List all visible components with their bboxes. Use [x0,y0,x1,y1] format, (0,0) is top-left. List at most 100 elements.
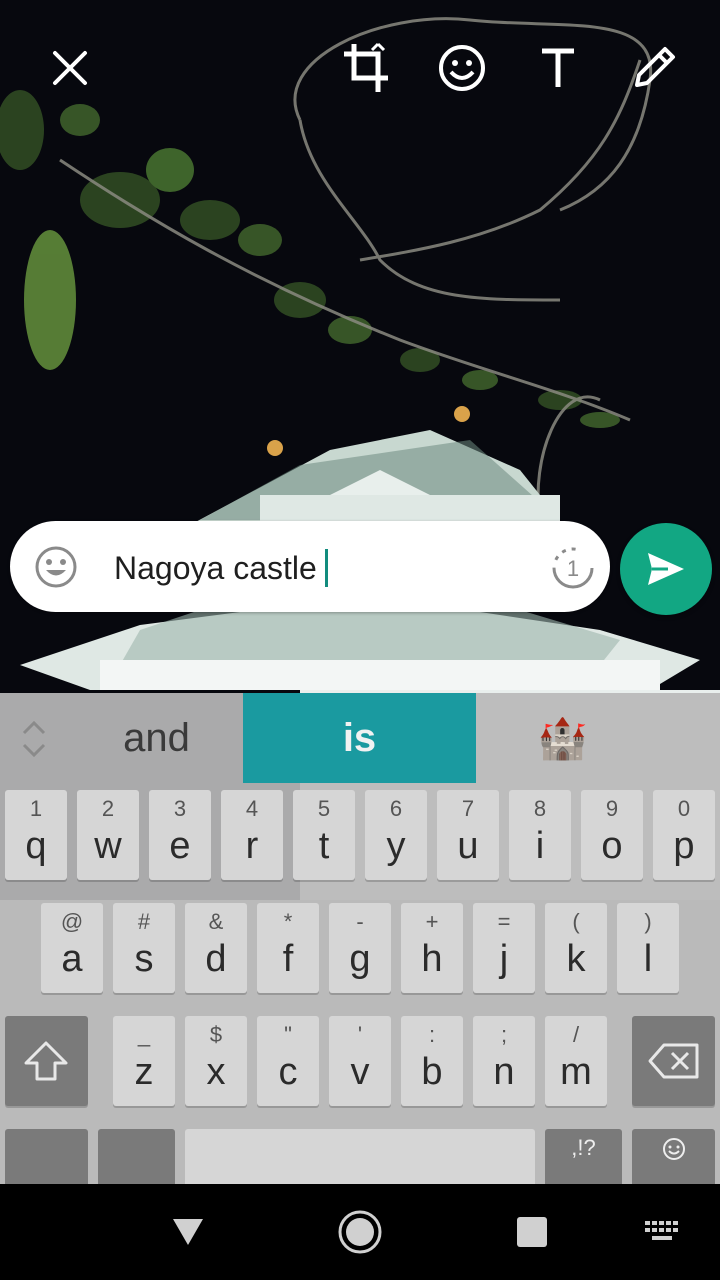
expand-suggestions-icon[interactable] [14,717,54,761]
backspace-key[interactable] [632,1016,715,1106]
close-button[interactable] [40,38,100,98]
key-g[interactable]: -g [329,903,391,993]
text-caret [324,549,328,587]
recents-button[interactable] [502,1204,562,1260]
key-label: n [493,1051,515,1093]
send-icon [648,553,684,585]
key-label: a [61,938,83,980]
key-label: b [421,1051,443,1093]
backspace-icon [648,1043,699,1079]
pencil-icon [635,47,675,87]
key-hint: ; [500,1022,508,1047]
key-i[interactable]: 8i [509,790,571,880]
key-label: p [673,825,695,867]
key-y[interactable]: 6y [365,790,427,880]
add-emoji-button[interactable] [432,38,492,98]
key-s[interactable]: # s [113,903,175,993]
key-label: c [278,1051,298,1093]
key-hint: = [497,909,511,934]
add-text-button[interactable] [528,38,588,98]
key-l[interactable]: ) l [617,903,679,993]
key-label: w [94,825,122,867]
key-hint: : [428,1022,436,1047]
key-label: h [421,938,443,980]
key-label: s [134,938,154,980]
home-button[interactable] [330,1204,390,1260]
key-o[interactable]: 9o [581,790,643,880]
key-c[interactable]: " c [257,1016,319,1106]
key-f[interactable]: * f [257,903,319,993]
key-h[interactable]: + h [401,903,463,993]
key-t[interactable]: 5t [293,790,355,880]
key-x[interactable]: $ x [185,1016,247,1106]
key-hint: 8 [533,796,547,821]
key-e[interactable]: 3e [149,790,211,880]
key-label: y [386,825,406,867]
key-hint: + [425,909,439,934]
smiley-icon [439,45,485,91]
key-label: r [245,825,259,867]
key-hint: $ [209,1022,223,1047]
crop-rotate-button[interactable] [336,38,396,98]
key-label: g [349,938,371,980]
key-n[interactable]: ; n [473,1016,535,1106]
key-label: x [206,1051,226,1093]
suggestion-strip: and is 🏰 [0,693,720,783]
key-hint: / [572,1022,580,1047]
draw-button[interactable] [624,38,684,98]
key-label: t [318,825,330,867]
send-button[interactable] [620,523,712,615]
key-hint: 3 [173,796,187,821]
key-q[interactable]: 1q [5,790,67,880]
keyboard-switch-button[interactable] [632,1204,692,1260]
shift-key[interactable] [5,1016,88,1106]
key-p[interactable]: 0p [653,790,715,880]
shift-icon [24,1041,68,1081]
key-z[interactable]: _ z [113,1016,175,1106]
smiley-icon [663,1138,685,1160]
soft-keyboard: and is 🏰 1q 2w 3e 4r 5t 6y 7u 8i 9o 0p @… [0,693,720,1224]
key-k[interactable]: (k [545,903,607,993]
suggestion-3[interactable]: 🏰 [476,693,649,783]
text-icon [542,48,574,87]
key-hint: 5 [317,796,331,821]
key-label: k [566,938,586,980]
key-v[interactable]: ' v [329,1016,391,1106]
suggestion-1[interactable]: and [70,693,243,783]
key-hint: 2 [101,796,115,821]
view-once-icon[interactable]: 1 [550,545,596,591]
key-hint: - [356,909,364,934]
key-hint: @ [60,909,84,934]
key-b[interactable]: :b [401,1016,463,1106]
view-once-label: 1 [567,556,579,581]
key-hint: * [283,909,293,934]
key-d[interactable]: & d [185,903,247,993]
key-label: i [535,825,545,867]
key-hint: 7 [461,796,475,821]
crop-rotate-icon [344,42,388,92]
key-m[interactable]: / m [545,1016,607,1106]
key-a[interactable]: @ a [41,903,103,993]
key-label: e [169,825,191,867]
key-hint: ' [357,1022,363,1047]
key-hint: # [137,909,151,934]
key-r[interactable]: 4r [221,790,283,880]
close-icon [53,51,87,85]
key-hint: ) [644,909,652,934]
key-hint: 0 [677,796,691,821]
caption-bar: Nagoya castle 1 [10,521,610,612]
key-hint: 1 [29,796,43,821]
home-circle-icon [338,1210,382,1254]
key-label: f [282,938,294,980]
suggestion-2[interactable]: is [243,693,476,783]
key-j[interactable]: = j [473,903,535,993]
key-label: z [134,1051,154,1093]
smiley-icon[interactable] [34,545,78,589]
key-hint: 4 [245,796,259,821]
key-w[interactable]: 2w [77,790,139,880]
key-label: m [560,1051,592,1093]
key-u[interactable]: 7u [437,790,499,880]
caption-input[interactable]: Nagoya castle [114,549,328,587]
back-button[interactable] [158,1204,218,1260]
recents-square-icon [517,1217,547,1247]
